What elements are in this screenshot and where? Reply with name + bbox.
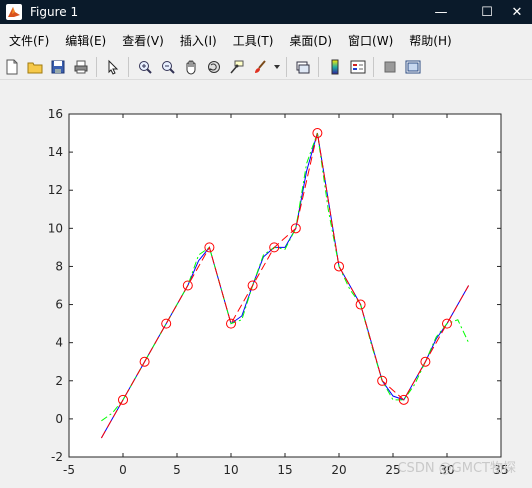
brush-icon[interactable]	[249, 56, 271, 78]
colorbar-icon[interactable]	[324, 56, 346, 78]
y-tick-label: -2	[51, 450, 63, 464]
zoom-out-icon[interactable]	[157, 56, 179, 78]
y-tick-label: 12	[48, 183, 63, 197]
menu-view[interactable]: 查看(V)	[118, 32, 168, 49]
x-tick-label: 0	[119, 463, 127, 477]
figure-canvas: -5 0 5 10 15 20 25 30 35 -2 0 2 4 6 8 10 12 14 16	[0, 81, 532, 484]
close-button[interactable]: ✕	[502, 0, 532, 24]
edit-plot-cursor-icon[interactable]	[102, 56, 124, 78]
hide-plot-tools-icon[interactable]	[379, 56, 401, 78]
menu-help[interactable]: 帮助(H)	[405, 32, 455, 49]
x-tick-label: 15	[277, 463, 292, 477]
menu-edit[interactable]: 编辑(E)	[61, 32, 110, 49]
y-tick-label: 16	[48, 107, 63, 121]
pan-hand-icon[interactable]	[180, 56, 202, 78]
watermark-text: CSDN @GMCT物探	[397, 461, 516, 476]
menu-file[interactable]: 文件(F)	[5, 32, 53, 49]
new-figure-icon[interactable]	[1, 56, 23, 78]
zoom-in-icon[interactable]	[134, 56, 156, 78]
title-bar[interactable]: Figure 1 — ☐ ✕	[0, 0, 532, 24]
link-plot-icon[interactable]	[292, 56, 314, 78]
open-file-icon[interactable]	[24, 56, 46, 78]
legend-icon[interactable]	[347, 56, 369, 78]
y-tick-label: 2	[55, 374, 63, 388]
toolbar-separator	[128, 56, 129, 77]
menu-desktop[interactable]: 桌面(D)	[285, 32, 336, 49]
menu-window[interactable]: 窗口(W)	[344, 32, 397, 49]
toolbar-separator	[286, 56, 287, 77]
x-tick-label: 10	[223, 463, 238, 477]
menu-tools[interactable]: 工具(T)	[229, 32, 278, 49]
menu-insert[interactable]: 插入(I)	[176, 32, 221, 49]
x-tick-label: 20	[331, 463, 346, 477]
y-tick-label: 14	[48, 145, 63, 159]
y-tick-label: 10	[48, 221, 63, 235]
toolbar-separator	[96, 56, 97, 77]
figure-toolbar	[0, 54, 532, 80]
y-tick-label: 0	[55, 412, 63, 426]
y-tick-label: 4	[55, 336, 63, 350]
window-title: Figure 1	[30, 5, 79, 19]
brush-dropdown-icon[interactable]	[272, 56, 282, 78]
y-tick-label: 8	[55, 259, 63, 273]
toolbar-separator	[373, 56, 374, 77]
matlab-logo-icon	[6, 4, 22, 20]
rotate-3d-icon[interactable]	[203, 56, 225, 78]
x-tick-label: -5	[63, 463, 75, 477]
minimize-button[interactable]: —	[418, 0, 464, 24]
toolbar-separator	[318, 56, 319, 77]
show-plot-tools-icon[interactable]	[402, 56, 424, 78]
axes-box	[68, 113, 502, 458]
menu-bar: 文件(F) 编辑(E) 查看(V) 插入(I) 工具(T) 桌面(D) 窗口(W…	[0, 27, 532, 53]
figure-window: Figure 1 — ☐ ✕ 文件(F) 编辑(E) 查看(V) 插入(I) 工…	[0, 0, 532, 484]
data-cursor-icon[interactable]	[226, 56, 248, 78]
y-tick-label: 6	[55, 298, 63, 312]
print-icon[interactable]	[70, 56, 92, 78]
plot-axes[interactable]: -5 0 5 10 15 20 25 30 35-20246810121416	[0, 81, 532, 484]
save-icon[interactable]	[47, 56, 69, 78]
x-tick-label: 5	[173, 463, 181, 477]
